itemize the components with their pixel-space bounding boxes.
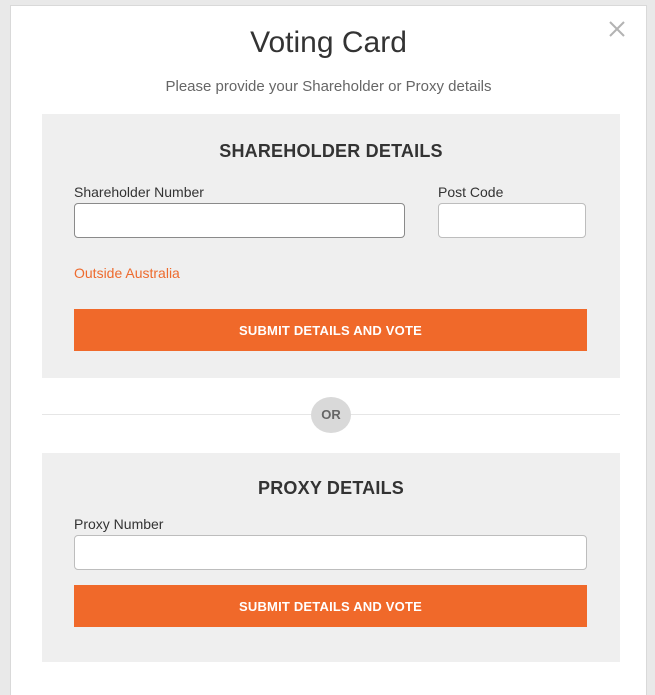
shareholder-number-input[interactable] (74, 203, 405, 238)
shareholder-heading: SHAREHOLDER DETAILS (219, 141, 443, 161)
proxy-submit-button[interactable]: SUBMIT DETAILS AND VOTE (74, 585, 587, 627)
proxy-heading: PROXY DETAILS (258, 478, 404, 498)
proxy-number-label: Proxy Number (74, 516, 164, 532)
proxy-details-panel: PROXY DETAILS Proxy Number SUBMIT DETAIL… (42, 453, 620, 662)
or-badge: OR (311, 397, 351, 433)
post-code-input[interactable] (438, 203, 586, 238)
modal-title: Voting Card (250, 26, 407, 59)
shareholder-details-panel: SHAREHOLDER DETAILS Shareholder Number P… (42, 114, 620, 378)
voting-card-modal: Voting Card Please provide your Sharehol… (10, 5, 647, 695)
shareholder-submit-button[interactable]: SUBMIT DETAILS AND VOTE (74, 309, 587, 351)
proxy-number-input[interactable] (74, 535, 587, 570)
post-code-label: Post Code (438, 184, 504, 200)
outside-australia-link[interactable]: Outside Australia (74, 265, 180, 281)
shareholder-number-label: Shareholder Number (74, 184, 204, 200)
modal-subtitle: Please provide your Shareholder or Proxy… (165, 78, 492, 95)
